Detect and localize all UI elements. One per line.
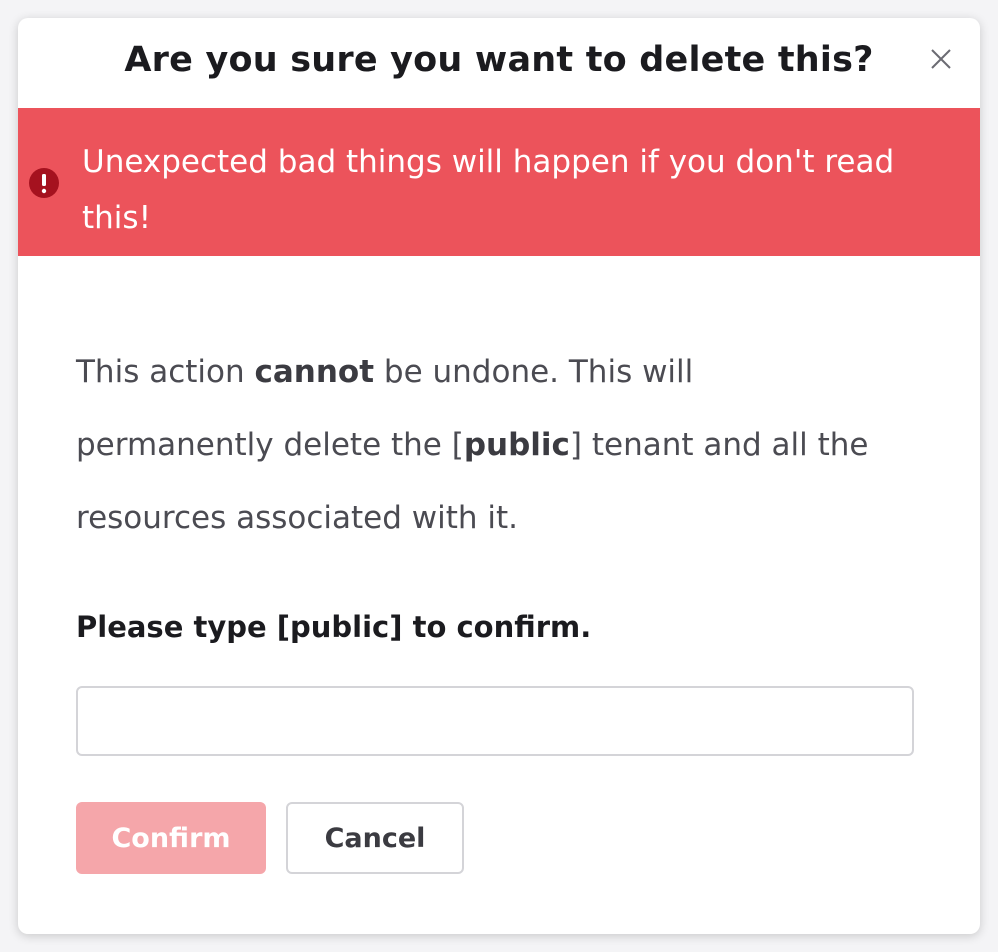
confirm-text-input[interactable] — [76, 686, 914, 756]
confirm-label: Please type [public] to confirm. — [76, 610, 592, 644]
dialog-header: Are you sure you want to delete this? — [18, 18, 980, 108]
delete-confirmation-dialog: Are you sure you want to delete this? Un… — [18, 18, 980, 934]
cancel-button[interactable]: Cancel — [286, 802, 464, 874]
close-button[interactable] — [930, 48, 952, 70]
confirm-button[interactable]: Confirm — [76, 802, 266, 874]
description-text: This action — [76, 354, 255, 390]
warning-banner: Unexpected bad things will happen if you… — [18, 108, 980, 256]
description-emphasis-cannot: cannot — [254, 354, 375, 390]
warning-message: Unexpected bad things will happen if you… — [82, 144, 895, 236]
dialog-title: Are you sure you want to delete this? — [124, 40, 874, 80]
exclamation-circle-icon — [28, 167, 60, 199]
close-icon — [931, 49, 951, 69]
description-emphasis-tenant: public — [463, 427, 570, 463]
dialog-description: This action cannot be undone. This will … — [76, 336, 876, 555]
